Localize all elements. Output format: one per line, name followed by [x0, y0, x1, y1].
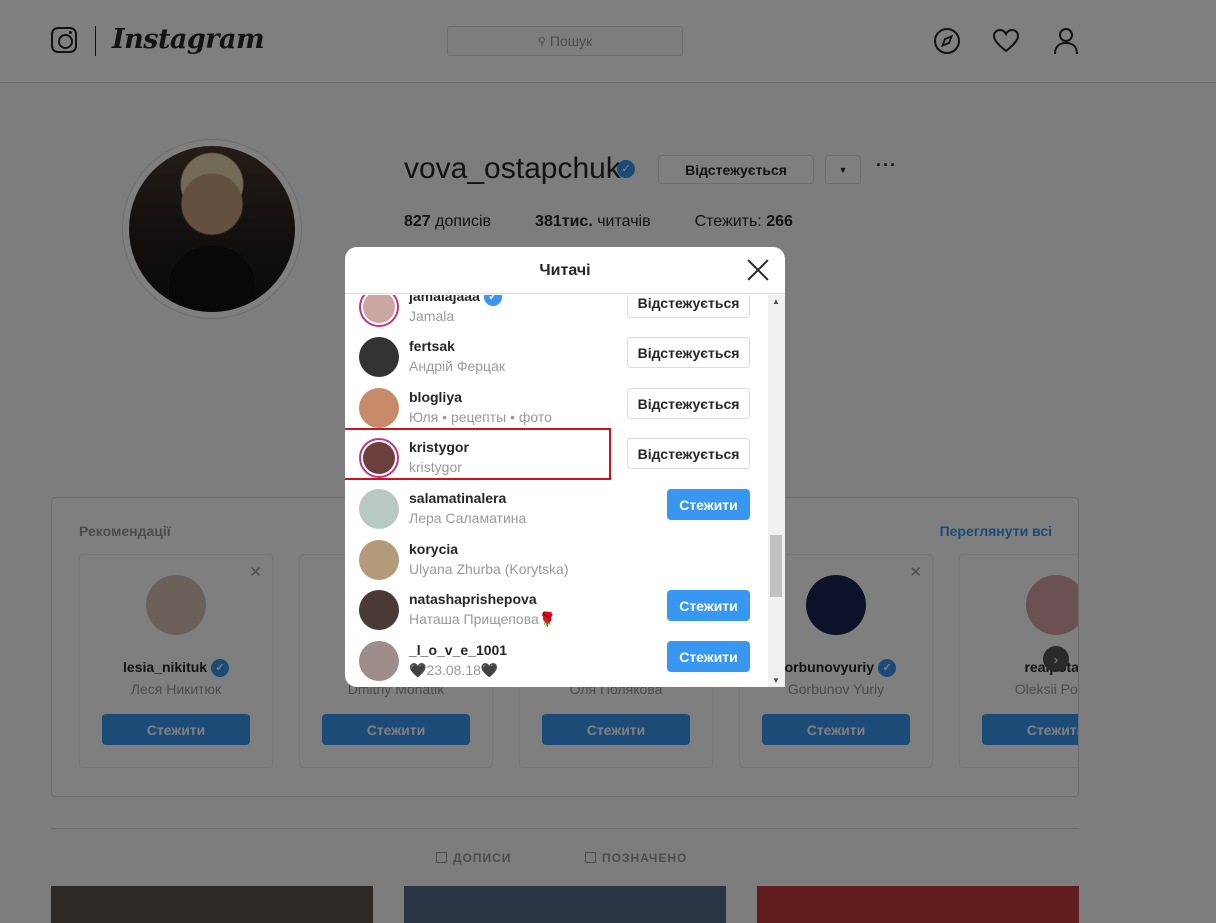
follower-fullname: Лера Саламатина: [409, 510, 527, 526]
followers-list: jamalajaaa ✓ Jamala Відстежується fertsa…: [345, 295, 768, 687]
list-item[interactable]: fertsak Андрій Ферцак Відстежується: [345, 331, 768, 381]
avatar[interactable]: [359, 590, 399, 630]
follower-username[interactable]: _l_o_v_e_1001: [409, 642, 507, 658]
follow-button[interactable]: Стежити: [667, 590, 750, 621]
follow-button[interactable]: Стежити: [667, 641, 750, 672]
follower-username[interactable]: fertsak: [409, 338, 455, 354]
scroll-down-arrow-icon[interactable]: ▼: [772, 676, 780, 685]
list-item[interactable]: salamatinalera Лера Саламатина Стежити: [345, 483, 768, 533]
list-item[interactable]: natashaprishepova Наташа Прищепова🌹 Стеж…: [345, 584, 768, 634]
following-button[interactable]: Відстежується: [627, 388, 750, 419]
scrollbar[interactable]: ▲ ▼: [768, 295, 785, 687]
list-item[interactable]: blogliya Юля • рецепты • фото Відстежуєт…: [345, 382, 768, 432]
scrollbar-thumb[interactable]: [770, 535, 782, 597]
list-item[interactable]: jamalajaaa ✓ Jamala Відстежується: [345, 295, 768, 331]
follower-username[interactable]: jamalajaaa ✓: [409, 295, 502, 307]
close-icon[interactable]: [747, 259, 769, 281]
avatar[interactable]: [359, 489, 399, 529]
follower-fullname: 🖤23.08.18🖤: [409, 662, 499, 678]
verified-badge-icon: ✓: [483, 295, 502, 307]
list-item[interactable]: _l_o_v_e_1001 🖤23.08.18🖤 Стежити: [345, 635, 768, 685]
scroll-up-arrow-icon[interactable]: ▲: [772, 297, 780, 306]
list-item[interactable]: korycia Ulyana Zhurba (Korytska): [345, 534, 768, 584]
avatar[interactable]: [359, 295, 399, 327]
follower-username[interactable]: salamatinalera: [409, 490, 506, 506]
following-button[interactable]: Відстежується: [627, 438, 750, 469]
avatar[interactable]: [359, 540, 399, 580]
follower-fullname: Ulyana Zhurba (Korytska): [409, 561, 569, 577]
follower-fullname: Юля • рецепты • фото: [409, 409, 552, 425]
highlight-annotation: [345, 428, 611, 480]
follower-fullname: Наташа Прищепова🌹: [409, 611, 557, 627]
follow-button[interactable]: Стежити: [667, 489, 750, 520]
follower-fullname: Андрій Ферцак: [409, 358, 505, 374]
following-button[interactable]: Відстежується: [627, 295, 750, 318]
follower-username[interactable]: blogliya: [409, 389, 462, 405]
avatar[interactable]: [359, 641, 399, 681]
follower-username[interactable]: korycia: [409, 541, 458, 557]
modal-header: Читачі: [345, 247, 785, 294]
list-item[interactable]: kristygor kristygor Відстежується: [345, 428, 768, 482]
following-button[interactable]: Відстежується: [627, 337, 750, 368]
avatar[interactable]: [359, 388, 399, 428]
modal-title: Читачі: [539, 262, 591, 279]
avatar[interactable]: [359, 337, 399, 377]
follower-username[interactable]: natashaprishepova: [409, 591, 537, 607]
follower-fullname: Jamala: [409, 308, 455, 324]
followers-modal: Читачі jamalajaaa ✓ Jamala Відстежується…: [345, 247, 785, 687]
